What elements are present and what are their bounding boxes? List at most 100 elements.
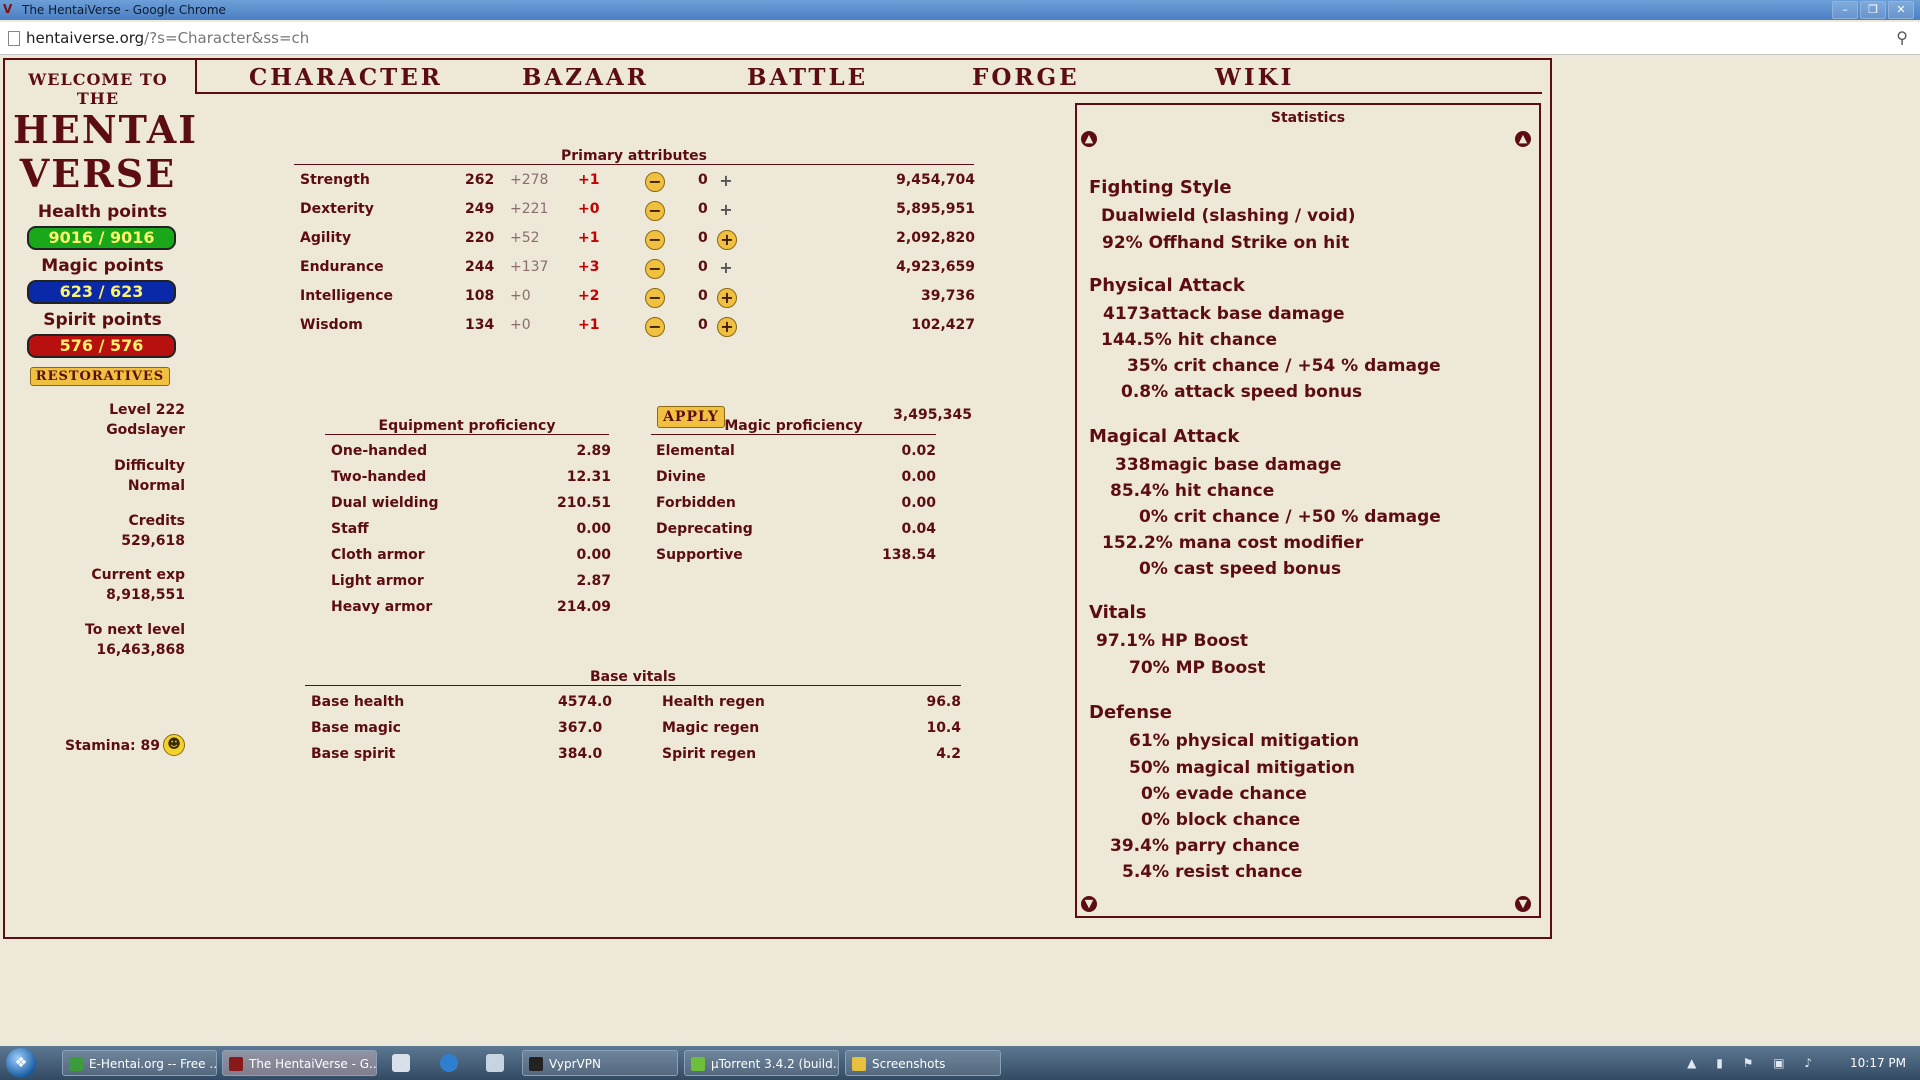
- restoratives-button[interactable]: RESTORATIVES: [30, 367, 170, 386]
- next-level-value: 16,463,868: [96, 642, 185, 658]
- difficulty-value[interactable]: Normal: [25, 476, 185, 496]
- attribute-modifier: +1: [578, 317, 600, 333]
- primary-divider: [294, 164, 974, 165]
- scroll-up-right-icon[interactable]: ▲: [1515, 131, 1531, 147]
- attribute-base: 108: [465, 288, 495, 304]
- taskbar-item-screenshots[interactable]: Screenshots: [845, 1050, 1001, 1076]
- magic-label: Magic points: [41, 256, 164, 276]
- url-path: /?s=Character&ss=ch: [144, 29, 310, 47]
- scroll-down-right-icon[interactable]: ▼: [1515, 896, 1531, 912]
- credits-info: Credits 529,618: [25, 511, 185, 551]
- scroll-down-left-icon[interactable]: ▼: [1081, 896, 1097, 912]
- proficiency-name: Elemental: [656, 443, 735, 459]
- increase-attribute-icon[interactable]: +: [717, 172, 735, 190]
- nav-battle[interactable]: BATTLE: [747, 64, 868, 91]
- nav-bazaar[interactable]: BAZAAR: [522, 64, 649, 91]
- taskbar-item-ehentai[interactable]: E-Hentai.org -- Free ...: [62, 1050, 217, 1076]
- proficiency-value: 12.31: [566, 469, 611, 485]
- proficiency-name: Cloth armor: [331, 547, 425, 563]
- taskbar-item-label: E-Hentai.org -- Free ...: [89, 1057, 217, 1071]
- equipment-proficiency-row: One-handed 2.89: [331, 443, 611, 463]
- proficiency-name: Supportive: [656, 547, 743, 563]
- regen-value: 4.2: [936, 746, 961, 762]
- vitals-heading: Vitals: [1089, 602, 1147, 623]
- start-button-icon[interactable]: ❖: [6, 1048, 36, 1078]
- magic-hit-chance: 85.4% hit chance: [1110, 481, 1275, 501]
- decrease-attribute-icon[interactable]: −: [645, 201, 665, 221]
- nav-character[interactable]: CHARACTER: [249, 64, 443, 91]
- decrease-attribute-icon[interactable]: −: [645, 317, 665, 337]
- attribute-cost: 4,923,659: [896, 259, 975, 275]
- attribute-row: Wisdom 134 +0 +1 − 0 +102,427: [300, 317, 975, 337]
- minimize-icon[interactable]: –: [1832, 1, 1858, 19]
- magic-proficiency-row: Deprecating 0.04: [656, 521, 936, 541]
- attribute-cost: 5,895,951: [896, 201, 975, 217]
- attribute-bonus: +137: [510, 259, 549, 275]
- internet-explorer-icon[interactable]: [440, 1054, 458, 1072]
- proficiency-value: 0.04: [901, 521, 936, 537]
- exp-label: Current exp: [91, 567, 185, 583]
- proficiency-name: Dual wielding: [331, 495, 439, 511]
- document-icon[interactable]: [392, 1054, 410, 1072]
- attribute-base: 249: [465, 201, 495, 217]
- notepad-icon[interactable]: [486, 1054, 504, 1072]
- decrease-attribute-icon[interactable]: −: [645, 288, 665, 308]
- base-vitals-row: Base health 4574.0 Health regen 96.8: [311, 694, 961, 714]
- url-text[interactable]: hentaiverse.org/?s=Character&ss=ch: [26, 29, 309, 47]
- proficiency-name: Two-handed: [331, 469, 427, 485]
- system-tray-icons[interactable]: ▲ ▮ ⚑ ▣ ♪: [1687, 1046, 1820, 1080]
- windows-taskbar: ❖ E-Hentai.org -- Free ... The HentaiVer…: [0, 1046, 1920, 1080]
- hentaiverse-logo[interactable]: WELCOME TO THE HENTAI VERSE: [13, 70, 199, 196]
- exp-info: Current exp 8,918,551: [25, 565, 185, 605]
- nav-wiki[interactable]: WIKI: [1215, 64, 1294, 91]
- increase-attribute-icon[interactable]: +: [717, 230, 737, 250]
- address-bar[interactable]: hentaiverse.org/?s=Character&ss=ch ⚲: [0, 22, 1920, 55]
- attribute-row: Dexterity 249 +221 +0 − 0 +5,895,951: [300, 201, 975, 221]
- attribute-modifier: +1: [578, 230, 600, 246]
- zoom-icon[interactable]: ⚲: [1896, 28, 1908, 47]
- magic-bar: 623 / 623: [27, 280, 176, 304]
- proficiency-name: Heavy armor: [331, 599, 433, 615]
- scroll-up-left-icon[interactable]: ▲: [1081, 131, 1097, 147]
- logo-line1: HENTAI: [13, 107, 199, 152]
- taskbar-item-hentaiverse[interactable]: The HentaiVerse - G...: [222, 1050, 377, 1076]
- attribute-row: Endurance 244 +137 +3 − 0 +4,923,659: [300, 259, 975, 279]
- equipment-proficiency-row: Light armor 2.87: [331, 573, 611, 593]
- decrease-attribute-icon[interactable]: −: [645, 172, 665, 192]
- window-controls: – ❐ ✕: [1832, 1, 1914, 19]
- block-chance: 0% block chance: [1141, 810, 1301, 830]
- taskbar-item-utorrent[interactable]: µTorrent 3.4.2 (build...: [684, 1050, 839, 1076]
- proficiency-name: Forbidden: [656, 495, 736, 511]
- proficiency-name: Deprecating: [656, 521, 753, 537]
- statistics-panel[interactable]: Statistics ▲ ▲ Fighting Style Dualwield …: [1075, 103, 1541, 918]
- window-title: The HentaiVerse - Google Chrome: [22, 3, 226, 17]
- taskbar-clock[interactable]: 10:17 PM: [1850, 1046, 1906, 1080]
- attribute-name: Wisdom: [300, 317, 363, 333]
- base-vitals-row: Base spirit 384.0 Spirit regen 4.2: [311, 746, 961, 766]
- decrease-attribute-icon[interactable]: −: [645, 230, 665, 250]
- magical-mitigation: 50% magical mitigation: [1129, 758, 1355, 778]
- base-vital-name: Base health: [311, 694, 405, 710]
- restore-icon[interactable]: ❐: [1860, 1, 1886, 19]
- taskbar-item-vyprvpn[interactable]: VyprVPN: [522, 1050, 678, 1076]
- decrease-attribute-icon[interactable]: −: [645, 259, 665, 279]
- increase-attribute-icon[interactable]: +: [717, 201, 735, 219]
- health-label: Health points: [37, 202, 168, 222]
- magic-proficiency-row: Supportive 138.54: [656, 547, 936, 567]
- regen-value: 96.8: [926, 694, 961, 710]
- increase-attribute-icon[interactable]: +: [717, 317, 737, 337]
- increase-attribute-icon[interactable]: +: [717, 259, 735, 277]
- attribute-bonus: +0: [510, 288, 531, 304]
- nav-forge[interactable]: FORGE: [972, 64, 1080, 91]
- attribute-cost: 9,454,704: [896, 172, 975, 188]
- next-level-label: To next level: [85, 622, 185, 638]
- game-frame: CHARACTER BAZAAR BATTLE FORGE WIKI WELCO…: [3, 58, 1552, 939]
- attribute-bonus: +221: [510, 201, 549, 217]
- statistics-title: Statistics: [1270, 110, 1346, 126]
- attribute-cost: 39,736: [920, 288, 975, 304]
- increase-attribute-icon[interactable]: +: [717, 288, 737, 308]
- equipment-proficiency-title: Equipment proficiency: [378, 418, 556, 434]
- close-icon[interactable]: ✕: [1888, 1, 1914, 19]
- regen-name: Magic regen: [662, 720, 760, 736]
- attribute-row: Intelligence 108 +0 +2 − 0 +39,736: [300, 288, 975, 308]
